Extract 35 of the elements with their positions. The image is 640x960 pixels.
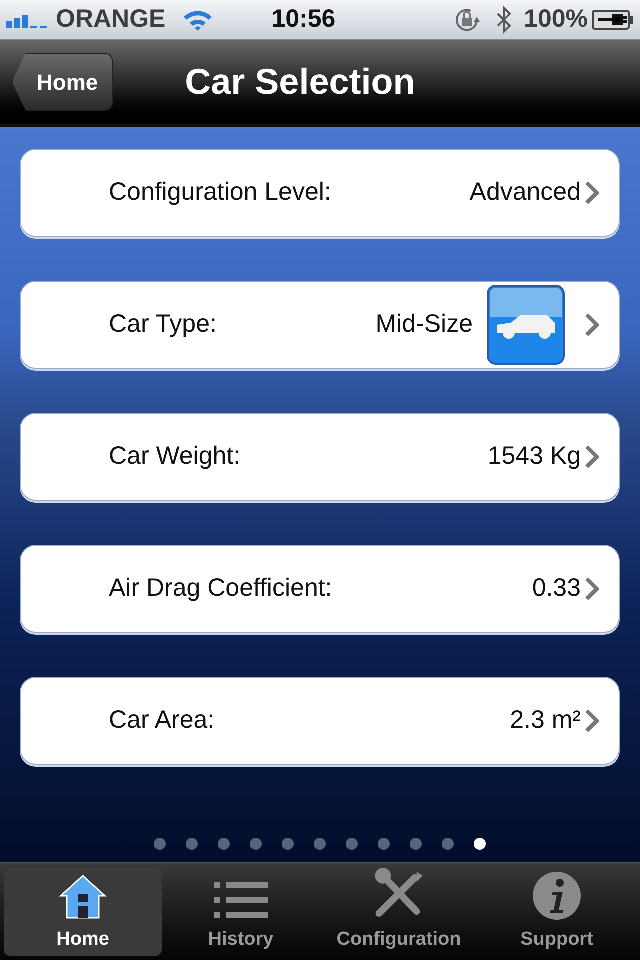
setting-value: Advanced (470, 177, 581, 208)
bluetooth-icon (496, 6, 512, 34)
tab-button[interactable]: History (162, 868, 320, 956)
chevron-icon (585, 709, 599, 733)
setting-row[interactable]: Air Drag Coefficient: 0.33 (20, 545, 620, 633)
tab-button[interactable]: Configuration (320, 868, 478, 956)
clock-time: 10:56 (272, 4, 336, 35)
setting-value: 0.33 (532, 573, 581, 604)
chevron-icon (585, 445, 599, 469)
chevron-icon (585, 577, 599, 601)
battery-charging-icon (592, 10, 634, 30)
wrench-screwdriver-icon (373, 868, 425, 920)
setting-row[interactable]: Car Type: Mid-Size (20, 281, 620, 369)
battery-percent: 100% (524, 4, 588, 35)
info-icon (533, 872, 581, 920)
list-icon (214, 880, 268, 920)
tab-button[interactable]: Support (478, 868, 636, 956)
setting-label: Air Drag Coefficient: (109, 573, 332, 604)
back-button[interactable]: Home (12, 53, 114, 111)
setting-label: Configuration Level: (109, 177, 332, 208)
setting-row[interactable]: Car Weight: 1543 Kg (20, 413, 620, 501)
setting-value: Mid-Size (376, 309, 473, 340)
setting-row[interactable]: Car Area: 2.3 m² (20, 677, 620, 765)
carrier-name: ORANGE (56, 4, 166, 35)
chevron-icon (585, 313, 599, 337)
chevron-icon (585, 181, 599, 205)
setting-value: 1543 Kg (488, 441, 581, 472)
setting-label: Car Type: (109, 309, 217, 340)
car-icon (487, 285, 565, 365)
tab-button[interactable]: Home (4, 868, 162, 956)
screen-title: Car Selection (185, 60, 416, 104)
setting-row[interactable]: Configuration Level: Advanced (20, 149, 620, 237)
setting-label: Car Area: (109, 705, 215, 736)
setting-value: 2.3 m² (510, 705, 581, 736)
setting-label: Car Weight: (109, 441, 241, 472)
